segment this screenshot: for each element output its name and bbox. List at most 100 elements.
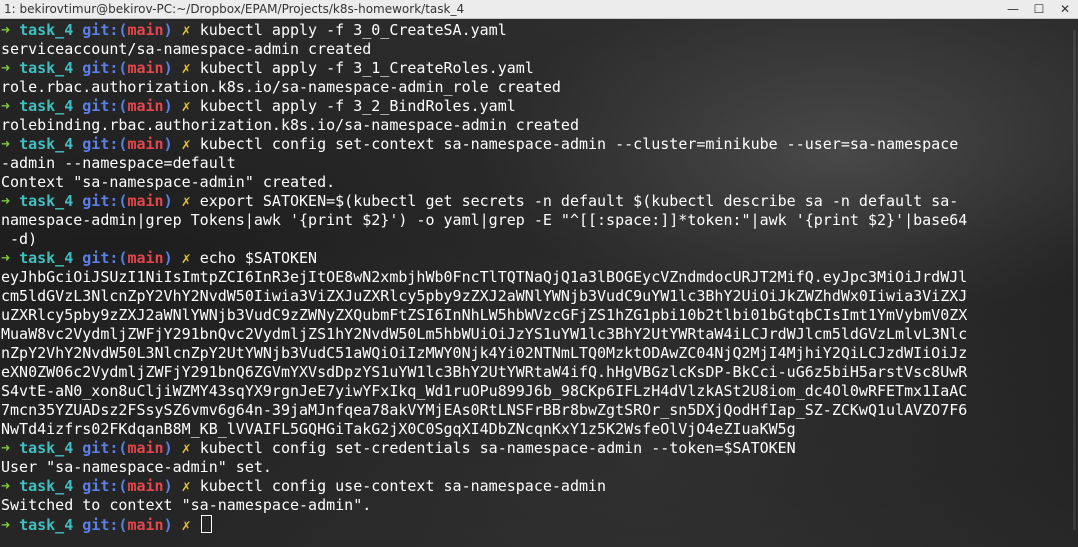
output-text: uZXRlcy5pby9zZXJ2aWNlYWNjb3VudC9zZWNyZXQ…	[1, 306, 968, 324]
prompt-arrow-icon: ➜	[1, 516, 11, 534]
output-text: Context "sa-namespace-admin" created.	[1, 173, 336, 191]
prompt-git-label: git:(	[82, 97, 128, 115]
prompt-directory: task_4	[19, 516, 74, 534]
output-text: rolebinding.rbac.authorization.k8s.io/sa…	[1, 116, 579, 134]
prompt-directory: task_4	[19, 249, 74, 267]
maximize-icon[interactable]: ☐	[1026, 0, 1052, 18]
window-title: 1: bekirovtimur@bekirov-PC:~/Dropbox/EPA…	[4, 2, 465, 16]
prompt-dirty-icon: ✗	[181, 249, 191, 267]
command-text: kubectl config set-context sa-namespace-…	[199, 135, 959, 153]
title-bar[interactable]: 1: bekirovtimur@bekirov-PC:~/Dropbox/EPA…	[0, 0, 1078, 19]
prompt-branch: main	[127, 516, 164, 534]
output-text: NwTd4izfrs02FKdqanB8M_KB_lVVAIFL5GQHGiTa…	[1, 420, 796, 438]
output-text: eXN0ZW06c2VydmljZWFjY291bnQ6ZGVmYXVsdDpz…	[1, 363, 968, 381]
prompt-arrow-icon: ➜	[1, 439, 11, 457]
prompt-arrow-icon: ➜	[1, 21, 11, 39]
prompt-branch: main	[127, 477, 164, 495]
command-text: kubectl apply -f 3_1_CreateRoles.yaml	[199, 59, 534, 77]
prompt-line: ➜ task_4 git:(main) ✗ echo $SATOKEN	[1, 249, 1078, 268]
minimize-icon[interactable]: —	[1000, 0, 1026, 18]
output-text: -admin --namespace=default	[1, 154, 236, 172]
prompt-git-label: git:(	[82, 477, 128, 495]
output-text: Switched to context "sa-namespace-admin"…	[1, 496, 372, 514]
prompt-git-close: )	[163, 21, 173, 39]
prompt-git-close: )	[163, 249, 173, 267]
output-line: nZpY2VhY2NvdW50L3NlcnZpY2UtYWNjb3VudC51a…	[1, 344, 1078, 363]
prompt-line: ➜ task_4 git:(main) ✗ kubectl config set…	[1, 439, 1078, 458]
command-text: kubectl config set-credentials sa-namesp…	[199, 439, 796, 457]
output-text: 7mcn35YZUADsz2FSsySZ6vmv6g64n-39jaMJnfqe…	[1, 401, 968, 419]
prompt-arrow-icon: ➜	[1, 59, 11, 77]
output-line: uZXRlcy5pby9zZXJ2aWNlYWNjb3VudC9zZWNyZXQ…	[1, 306, 1078, 325]
prompt-git-close: )	[163, 135, 173, 153]
prompt-dirty-icon: ✗	[181, 97, 191, 115]
prompt-git-close: )	[163, 439, 173, 457]
terminal-output[interactable]: ➜ task_4 git:(main) ✗ kubectl apply -f 3…	[0, 19, 1078, 534]
prompt-dirty-icon: ✗	[181, 477, 191, 495]
command-text: kubectl apply -f 3_0_CreateSA.yaml	[199, 21, 507, 39]
text-cursor[interactable]	[200, 515, 212, 533]
prompt-arrow-icon: ➜	[1, 477, 11, 495]
prompt-git-close: )	[163, 192, 173, 210]
output-line: S4vtE-aN0_xon8uCljiWZMY43sqYX9rgnJeE7yiw…	[1, 382, 1078, 401]
output-line: Context "sa-namespace-admin" created.	[1, 173, 1078, 192]
prompt-directory: task_4	[19, 97, 74, 115]
prompt-dirty-icon: ✗	[181, 192, 191, 210]
prompt-branch: main	[127, 439, 164, 457]
output-line: cm5ldGVzL3NlcnZpY2VhY2NvdW50Iiwia3ViZXJu…	[1, 287, 1078, 306]
prompt-arrow-icon: ➜	[1, 135, 11, 153]
output-text: -d)	[1, 230, 38, 248]
prompt-dirty-icon: ✗	[181, 516, 191, 534]
prompt-directory: task_4	[19, 477, 74, 495]
output-line: -d)	[1, 230, 1078, 249]
prompt-arrow-icon: ➜	[1, 97, 11, 115]
prompt-git-label: git:(	[82, 516, 128, 534]
output-line: MuaW8vc2VydmljZWFjY291bnQvc2VydmljZS1hY2…	[1, 325, 1078, 344]
prompt-dirty-icon: ✗	[181, 59, 191, 77]
prompt-branch: main	[127, 59, 164, 77]
output-line: Switched to context "sa-namespace-admin"…	[1, 496, 1078, 515]
close-icon[interactable]: ✕	[1052, 0, 1078, 18]
window-controls: — ☐ ✕	[1000, 0, 1078, 18]
prompt-branch: main	[127, 192, 164, 210]
prompt-directory: task_4	[19, 135, 74, 153]
prompt-directory: task_4	[19, 21, 74, 39]
output-text: S4vtE-aN0_xon8uCljiWZMY43sqYX9rgnJeE7yiw…	[1, 382, 968, 400]
prompt-git-close: )	[163, 59, 173, 77]
prompt-branch: main	[127, 249, 164, 267]
output-line: 7mcn35YZUADsz2FSsySZ6vmv6g64n-39jaMJnfqe…	[1, 401, 1078, 420]
output-line: role.rbac.authorization.k8s.io/sa-namesp…	[1, 78, 1078, 97]
output-line: User "sa-namespace-admin" set.	[1, 458, 1078, 477]
prompt-directory: task_4	[19, 192, 74, 210]
output-line: eXN0ZW06c2VydmljZWFjY291bnQ6ZGVmYXVsdDpz…	[1, 363, 1078, 382]
prompt-git-label: git:(	[82, 192, 128, 210]
prompt-line: ➜ task_4 git:(main) ✗ kubectl config use…	[1, 477, 1078, 496]
prompt-branch: main	[127, 21, 164, 39]
prompt-directory: task_4	[19, 439, 74, 457]
prompt-branch: main	[127, 97, 164, 115]
command-text: kubectl config use-context sa-namespace-…	[199, 477, 607, 495]
output-line: eyJhbGciOiJSUzI1NiIsImtpZCI6InR3ejItOE8w…	[1, 268, 1078, 287]
output-text: role.rbac.authorization.k8s.io/sa-namesp…	[1, 78, 561, 96]
prompt-arrow-icon: ➜	[1, 249, 11, 267]
prompt-branch: main	[127, 135, 164, 153]
output-text: User "sa-namespace-admin" set.	[1, 458, 272, 476]
prompt-git-close: )	[163, 516, 173, 534]
output-line: -admin --namespace=default	[1, 154, 1078, 173]
output-text: nZpY2VhY2NvdW50L3NlcnZpY2UtYWNjb3VudC51a…	[1, 344, 968, 362]
output-text: MuaW8vc2VydmljZWFjY291bnQvc2VydmljZS1hY2…	[1, 325, 968, 343]
prompt-git-label: git:(	[82, 59, 128, 77]
prompt-line: ➜ task_4 git:(main) ✗ kubectl apply -f 3…	[1, 21, 1078, 40]
output-text: namespace-admin|grep Tokens|awk '{print …	[1, 211, 968, 229]
prompt-dirty-icon: ✗	[181, 21, 191, 39]
command-text: kubectl apply -f 3_2_BindRoles.yaml	[199, 97, 516, 115]
output-line: namespace-admin|grep Tokens|awk '{print …	[1, 211, 1078, 230]
prompt-line: ➜ task_4 git:(main) ✗ kubectl config set…	[1, 135, 1078, 154]
prompt-git-label: git:(	[82, 249, 128, 267]
prompt-line: ➜ task_4 git:(main) ✗ export SATOKEN=$(k…	[1, 192, 1078, 211]
command-text: echo $SATOKEN	[199, 249, 318, 267]
prompt-git-close: )	[163, 477, 173, 495]
prompt-line: ➜ task_4 git:(main) ✗ kubectl apply -f 3…	[1, 59, 1078, 78]
command-text: export SATOKEN=$(kubectl get secrets -n …	[199, 192, 959, 210]
prompt-git-label: git:(	[82, 21, 128, 39]
